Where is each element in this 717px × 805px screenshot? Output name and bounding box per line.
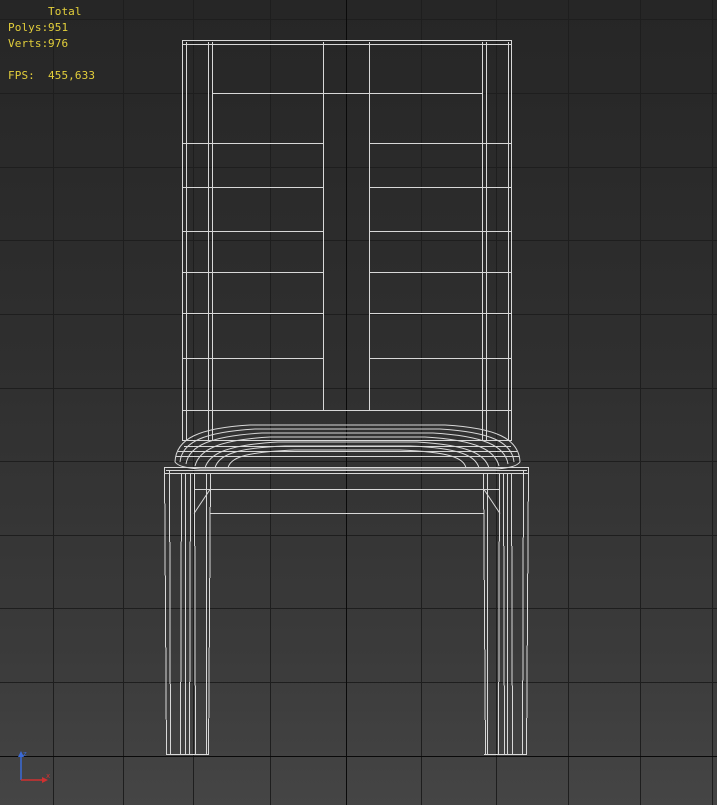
verts-label: Verts: [8, 37, 49, 50]
viewport-axes [0, 0, 717, 805]
polys-label: Polys: [8, 21, 49, 34]
fps-value: 455,633 [48, 69, 96, 82]
polys-value: 951 [48, 21, 69, 34]
verts-value: 976 [48, 37, 69, 50]
svg-text:x: x [46, 772, 50, 780]
chair-seat-cushion[interactable] [174, 424, 521, 470]
scene-canvas[interactable] [0, 0, 717, 805]
viewport-front[interactable]: Total Polys: 951 Verts: 976 FPS: 455,633… [0, 0, 717, 805]
svg-text:z: z [23, 750, 27, 758]
chair-leg-left[interactable] [164, 466, 211, 756]
chair-leg-right[interactable] [483, 466, 529, 756]
stats-header: Total [48, 5, 82, 18]
viewport-grid [0, 0, 717, 805]
fps-label: FPS: [8, 69, 35, 82]
axis-gizmo-icon: z x [18, 750, 50, 783]
